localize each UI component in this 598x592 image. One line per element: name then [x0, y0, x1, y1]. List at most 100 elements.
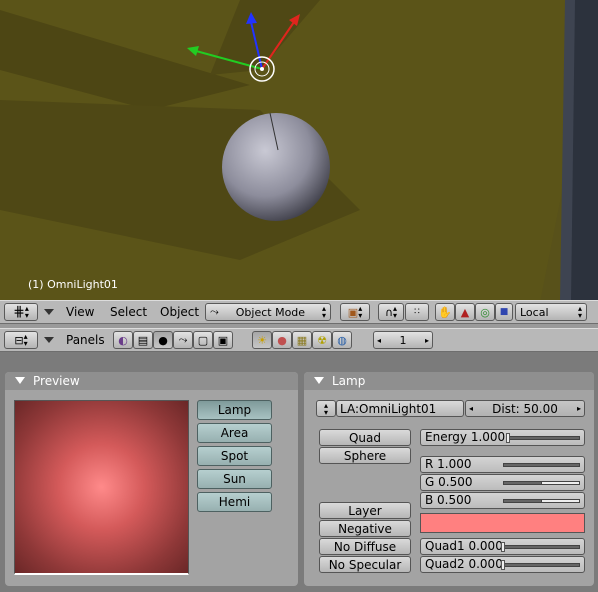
logic-icon: ◐ — [118, 333, 128, 347]
lamp-type-sun-button[interactable]: Sun — [197, 469, 272, 489]
pivot-select[interactable]: ∩ ▴ ▾ — [378, 303, 404, 321]
collapse-menu-icon[interactable] — [44, 337, 54, 343]
sphere-mesh[interactable] — [222, 113, 330, 221]
grid-icon: ⋕ — [13, 304, 25, 320]
dotted-align-icon: ∷ — [414, 307, 420, 317]
scale-toggle[interactable]: ■ — [495, 303, 513, 321]
viewport-header: ⋕ ▴ ▾ View Select Object ⤳ Object Mode ▴ ▾… — [0, 300, 598, 324]
panels-label: Panels — [66, 333, 105, 347]
lamp-tab-button[interactable]: ☀ — [252, 331, 272, 349]
mode-select[interactable]: ⤳ Object Mode ▴ ▾ — [205, 303, 331, 321]
collapse-menu-icon[interactable] — [44, 309, 54, 315]
pivot-icon: ∩ — [384, 305, 394, 319]
updown-icon: ▴ ▾ — [323, 400, 328, 417]
texture-tab-button[interactable]: ▦ — [292, 331, 312, 349]
g-label: G 0.500 — [425, 475, 473, 489]
preview-panel-title[interactable]: Preview — [5, 372, 298, 390]
updown-icon: ▴ ▾ — [358, 304, 363, 320]
b-fill — [503, 499, 542, 503]
quad2-slider[interactable]: Quad2 0.000 — [420, 556, 585, 573]
material-tab-button[interactable]: ● — [272, 331, 292, 349]
energy-slider[interactable]: Energy 1.000 — [420, 429, 585, 446]
editing-square-icon: ▢ — [197, 333, 209, 347]
decrement-icon[interactable]: ◂ — [469, 404, 473, 413]
script-context-button[interactable]: ▤ — [133, 331, 153, 349]
draw-type-select[interactable]: ▣ ▴ ▾ — [340, 303, 370, 321]
g-slider[interactable]: G 0.500 — [420, 474, 585, 491]
negative-toggle[interactable]: Negative — [319, 520, 411, 537]
r-label: R 1.000 — [425, 457, 472, 471]
layer-toggle[interactable]: Layer — [319, 502, 411, 519]
dist-field[interactable]: ◂ Dist: 50.00 ▸ — [465, 400, 585, 417]
circle-icon: ◎ — [480, 305, 490, 319]
shading-context-button[interactable]: ● — [153, 331, 173, 349]
texture-checker-icon: ▦ — [296, 333, 308, 347]
rotate-toggle[interactable]: ◎ — [475, 303, 495, 321]
object-context-button[interactable]: ⤳ — [173, 331, 193, 349]
editor-type-button[interactable]: ⋕ ▴ ▾ — [4, 303, 38, 321]
preview-panel: Preview Lamp Area Spot Sun Hemi — [5, 372, 298, 586]
orientation-label: Local — [520, 305, 549, 319]
material-ball-icon: ● — [277, 333, 287, 347]
translate-toggle[interactable]: ▲ — [455, 303, 475, 321]
lamp-panel-title[interactable]: Lamp — [304, 372, 594, 390]
quad1-track — [501, 545, 580, 549]
frame-number-field[interactable]: ◂ 1 ▸ — [373, 331, 433, 349]
manipulator-toggle[interactable]: ✋ — [435, 303, 455, 321]
editing-context-button[interactable]: ▢ — [193, 331, 213, 349]
dist-label: Dist: 50.00 — [492, 401, 558, 416]
no-specular-toggle[interactable]: No Specular — [319, 556, 411, 573]
scene-context-button[interactable]: ▣ — [213, 331, 233, 349]
object-axes-icon: ⤳ — [178, 333, 188, 346]
frame-value: 1 — [399, 333, 407, 347]
quad2-track — [501, 563, 580, 567]
radiosity-icon: ☢ — [317, 333, 327, 347]
energy-knob[interactable] — [506, 433, 510, 443]
editor-type-button[interactable]: ⊟ ▴ ▾ — [4, 331, 38, 349]
orientation-select[interactable]: Local ▴ ▾ — [515, 303, 587, 321]
y-axis-arrow-icon[interactable] — [187, 46, 199, 56]
decrement-icon[interactable]: ◂ — [377, 336, 381, 345]
lamp-color-swatch[interactable] — [420, 513, 585, 533]
quad1-knob[interactable] — [501, 542, 505, 552]
world-tab-button[interactable]: ◍ — [332, 331, 352, 349]
object-info-label: (1) OmniLight01 — [28, 278, 118, 291]
quad1-label: Quad1 0.000 — [425, 539, 503, 553]
menu-view[interactable]: View — [66, 305, 94, 319]
updown-icon: ▴ ▾ — [577, 304, 582, 320]
menu-object[interactable]: Object — [160, 305, 199, 319]
lamp-sun-icon: ☀ — [257, 333, 267, 347]
r-fill — [503, 463, 580, 467]
radiosity-tab-button[interactable]: ☢ — [312, 331, 332, 349]
sphere-toggle[interactable]: Sphere — [319, 447, 411, 464]
no-diffuse-toggle[interactable]: No Diffuse — [319, 538, 411, 555]
quad1-slider[interactable]: Quad1 0.000 — [420, 538, 585, 555]
lamp-name-field[interactable]: LA:OmniLight01 — [336, 400, 464, 417]
quad-toggle[interactable]: Quad — [319, 429, 411, 446]
increment-icon[interactable]: ▸ — [577, 404, 581, 413]
lamp-type-hemi-button[interactable]: Hemi — [197, 492, 272, 512]
quad2-knob[interactable] — [501, 560, 505, 570]
menu-select[interactable]: Select — [110, 305, 147, 319]
r-slider[interactable]: R 1.000 — [420, 456, 585, 473]
b-slider[interactable]: B 0.500 — [420, 492, 585, 509]
updown-icon: ▴ ▾ — [321, 304, 326, 320]
viewport-scene — [0, 0, 598, 302]
increment-icon[interactable]: ▸ — [425, 336, 429, 345]
lamp-browse-button[interactable]: ▴ ▾ — [316, 400, 336, 417]
logic-context-button[interactable]: ◐ — [113, 331, 133, 349]
3d-viewport[interactable]: (1) OmniLight01 — [0, 0, 598, 302]
lamp-type-lamp-button[interactable]: Lamp — [197, 400, 272, 420]
align-button[interactable]: ∷ — [405, 303, 429, 321]
triangle-icon: ▲ — [460, 305, 470, 319]
lamp-type-area-button[interactable]: Area — [197, 423, 272, 443]
lamp-center-icon — [260, 67, 264, 71]
buttons-window-icon: ⊟ — [14, 333, 24, 347]
lamp-type-spot-button[interactable]: Spot — [197, 446, 272, 466]
right-wall-edge — [571, 0, 598, 302]
object-mode-icon: ⤳ — [210, 305, 219, 318]
scene-image-icon: ▣ — [217, 333, 229, 347]
g-fill — [503, 481, 542, 485]
preview-render — [14, 400, 189, 575]
b-label: B 0.500 — [425, 493, 472, 507]
